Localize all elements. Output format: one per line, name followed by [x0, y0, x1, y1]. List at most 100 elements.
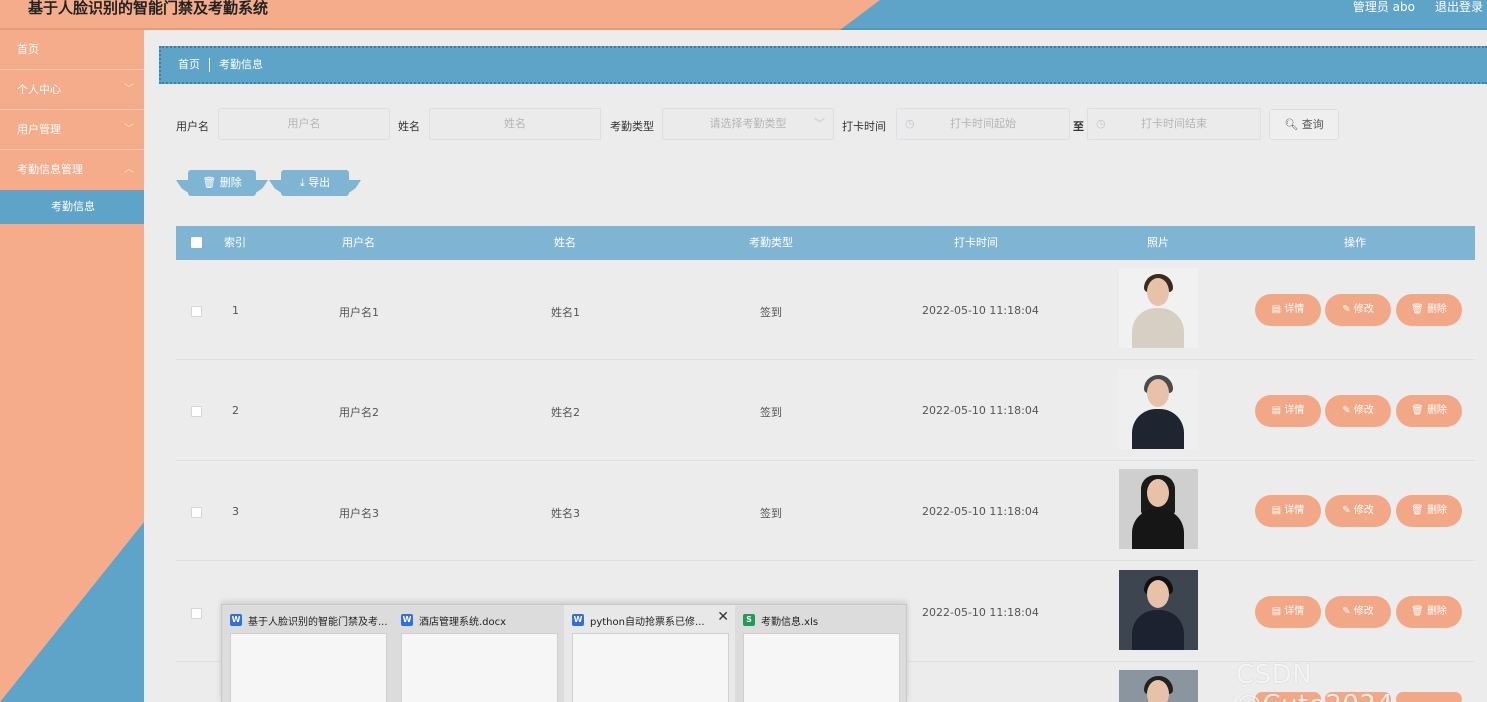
row-checkbox[interactable] — [191, 507, 202, 518]
sidebar-item-attendance-management[interactable]: 考勤信息管理 ︿ — [0, 150, 144, 190]
cell-type: 签到 — [760, 507, 782, 520]
batch-delete-button[interactable]: 🗑︎ 删除 — [176, 170, 268, 196]
edit-icon: ✎ — [1342, 606, 1351, 617]
edit-label: 修改 — [1353, 304, 1374, 315]
window-title: 考勤信息.xls — [761, 617, 819, 628]
breadcrumb-home[interactable]: 首页 — [178, 48, 200, 82]
sidebar-item-home[interactable]: 首页 — [0, 30, 144, 70]
delete-button[interactable]: 🗑︎ 删除 — [1398, 296, 1460, 324]
column-header-index: 索引 — [224, 236, 246, 249]
sidebar-item-label: 首页 — [17, 43, 39, 56]
cell-time: 2022-05-10 11:18:04 — [922, 304, 1039, 317]
chevron-up-icon: ︿ — [124, 164, 134, 175]
spreadsheet-icon: S — [743, 614, 755, 626]
cell-type: 签到 — [760, 306, 782, 319]
range-to-label: 至 — [1073, 120, 1084, 133]
column-header-type: 考勤类型 — [749, 236, 793, 249]
detail-label: 详情 — [1284, 304, 1305, 315]
cell-time: 2022-05-10 11:18:04 — [922, 505, 1039, 518]
user-photo[interactable] — [1119, 670, 1198, 702]
download-icon: ⤓ — [299, 176, 305, 189]
sidebar-item-personal-center[interactable]: 个人中心 ﹀ — [0, 70, 144, 110]
select-all-checkbox[interactable] — [191, 237, 202, 248]
column-header-name: 姓名 — [554, 236, 576, 249]
detail-button[interactable]: ▤ 详情 — [1257, 296, 1319, 324]
window-thumbnail — [743, 633, 900, 702]
time-end-input[interactable]: ◷ 打卡时间结束 — [1087, 108, 1261, 140]
cell-index: 2 — [232, 404, 239, 417]
edit-button[interactable]: ✎ 修改 — [1327, 497, 1389, 525]
logout-link[interactable]: 退出登录 — [1435, 0, 1483, 14]
row-checkbox[interactable] — [191, 608, 202, 619]
time-filter-label: 打卡时间 — [842, 120, 886, 133]
delete-label: 删除 — [1426, 304, 1447, 315]
row-checkbox[interactable] — [191, 406, 202, 417]
attendance-type-select[interactable]: 请选择考勤类型 ﹀ — [662, 108, 834, 140]
taskbar-window[interactable]: W 酒店管理系统.docx — [393, 605, 564, 702]
cell-time: 2022-05-10 11:18:04 — [922, 404, 1039, 417]
sidebar-item-label: 考勤信息 — [51, 200, 95, 213]
detail-button[interactable]: ▤ 详情 — [1257, 397, 1319, 425]
taskbar-window[interactable]: W python自动抢票系已修... ✕ — [564, 605, 735, 702]
edit-button[interactable]: ✎ 修改 — [1327, 598, 1389, 626]
trash-icon: 🗑︎ — [202, 176, 217, 189]
cell-type: 签到 — [760, 406, 782, 419]
cell-username: 用户名2 — [339, 406, 379, 419]
query-button-label: 查询 — [1301, 118, 1324, 131]
sidebar: 首页 个人中心 ﹀ 用户管理 ﹀ 考勤信息管理 ︿ 考勤信息 — [0, 30, 144, 702]
column-header-photo: 照片 — [1147, 236, 1169, 249]
breadcrumb: 首页 考勤信息 — [159, 46, 1487, 84]
delete-button[interactable]: 🗑︎ 删除 — [1398, 497, 1460, 525]
type-placeholder: 请选择考勤类型 — [709, 117, 787, 130]
edit-button[interactable]: ✎ 修改 — [1327, 397, 1389, 425]
delete-button[interactable]: 🗑︎ 删除 — [1398, 598, 1460, 626]
clock-icon: ◷ — [905, 117, 915, 130]
clock-icon: ◷ — [1096, 117, 1106, 130]
delete-button[interactable]: 🗑︎ 删除 — [1398, 397, 1460, 425]
edit-icon: ✎ — [1342, 505, 1351, 516]
document-icon: ▤ — [1271, 304, 1282, 315]
word-icon: W — [230, 614, 242, 626]
cell-name: 姓名1 — [551, 306, 580, 319]
word-icon: W — [401, 614, 413, 626]
query-button[interactable]: 🔍︎ 查询 — [1269, 109, 1339, 140]
sidebar-item-label: 个人中心 — [17, 83, 61, 96]
cell-name: 姓名3 — [551, 507, 580, 520]
edit-button[interactable]: ✎ 修改 — [1327, 296, 1389, 324]
window-title: 基于人脸识别的智能门禁及考... — [248, 617, 388, 628]
username-input[interactable]: 用户名 — [218, 108, 390, 140]
table-header: 索引 用户名 姓名 考勤类型 打卡时间 照片 操作 — [176, 226, 1475, 260]
edit-icon: ✎ — [1342, 304, 1351, 315]
edit-label: 修改 — [1353, 505, 1374, 516]
name-input[interactable]: 姓名 — [429, 108, 601, 140]
close-icon[interactable]: ✕ — [717, 609, 729, 625]
user-photo[interactable] — [1119, 570, 1198, 650]
delete-label: 删除 — [1426, 405, 1447, 416]
time-start-input[interactable]: ◷ 打卡时间起始 — [896, 108, 1070, 140]
user-photo[interactable] — [1119, 469, 1198, 549]
sidebar-item-label: 用户管理 — [17, 123, 61, 136]
column-header-actions: 操作 — [1344, 236, 1366, 249]
table-row: 1 用户名1 姓名1 签到 2022-05-10 11:18:04 ▤ 详情 ✎… — [176, 260, 1475, 360]
column-header-time: 打卡时间 — [954, 236, 998, 249]
sidebar-item-user-management[interactable]: 用户管理 ﹀ — [0, 110, 144, 150]
taskbar-window[interactable]: S 考勤信息.xls — [735, 605, 906, 702]
cell-index: 1 — [232, 304, 239, 317]
trash-icon: 🗑︎ — [1411, 606, 1424, 617]
trash-icon: 🗑︎ — [1411, 405, 1424, 416]
row-checkbox[interactable] — [191, 306, 202, 317]
sidebar-item-attendance-info[interactable]: 考勤信息 — [0, 190, 144, 224]
detail-button[interactable]: ▤ 详情 — [1257, 497, 1319, 525]
detail-button[interactable]: ▤ 详情 — [1257, 598, 1319, 626]
name-filter-label: 姓名 — [398, 120, 420, 133]
export-button[interactable]: ⤓ 导出 — [269, 170, 361, 196]
window-thumbnail — [572, 633, 729, 702]
table-row: 3 用户名3 姓名3 签到 2022-05-10 11:18:04 ▤ 详情 ✎… — [176, 461, 1475, 561]
user-photo[interactable] — [1119, 369, 1198, 449]
watermark: CSDN @Cute2024_ — [1236, 660, 1407, 702]
edit-icon: ✎ — [1342, 405, 1351, 416]
user-photo[interactable] — [1119, 268, 1198, 348]
taskbar-window[interactable]: W 基于人脸识别的智能门禁及考... — [222, 605, 393, 702]
app-title: 基于人脸识别的智能门禁及考勤系统 — [28, 0, 269, 17]
detail-label: 详情 — [1284, 505, 1305, 516]
